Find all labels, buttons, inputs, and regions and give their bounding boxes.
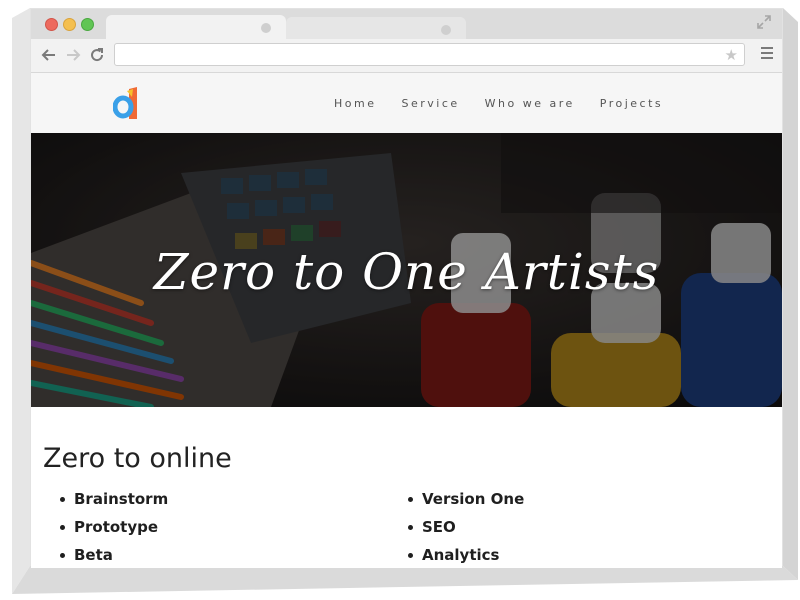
reload-icon[interactable] — [87, 45, 107, 65]
browser-tab-active[interactable] — [106, 15, 286, 41]
back-arrow-icon[interactable] — [39, 45, 59, 65]
forward-arrow-icon[interactable] — [63, 45, 83, 65]
site-header: Home Service Who we are Projects — [31, 73, 782, 133]
features-list-right: Version One SEO Analytics — [407, 485, 524, 568]
list-item: Version One — [407, 485, 524, 513]
expand-icon-glyph — [757, 15, 771, 29]
tab-close-icon[interactable] — [441, 25, 451, 35]
list-item: Analytics — [407, 541, 524, 568]
back-arrow-glyph — [41, 49, 55, 61]
features-list-left: Brainstorm Prototype Beta — [59, 485, 168, 568]
section-heading: Zero to online — [43, 443, 232, 474]
browser-toolbar: ★ — [31, 39, 782, 73]
list-item: SEO — [407, 513, 524, 541]
hero-banner: Zero to One Artists — [31, 133, 782, 407]
nav-link-who-we-are[interactable]: Who we are — [485, 97, 575, 110]
close-window-button[interactable] — [45, 18, 58, 31]
content-section: Zero to online Brainstorm Prototype Beta… — [31, 407, 782, 568]
nav-link-projects[interactable]: Projects — [600, 97, 663, 110]
address-bar[interactable]: ★ — [114, 43, 745, 66]
list-item: Beta — [59, 541, 168, 568]
tab-close-icon[interactable] — [261, 23, 271, 33]
nav-link-home[interactable]: Home — [334, 97, 376, 110]
browser-window: ★ Home Service Who we are Projects Zero … — [31, 9, 782, 568]
logo-icon[interactable] — [112, 85, 141, 121]
browser-titlebar — [31, 9, 782, 43]
hamburger-menu-icon[interactable] — [761, 47, 773, 61]
star-icon[interactable]: ★ — [725, 46, 738, 64]
site-nav: Home Service Who we are Projects — [334, 73, 688, 133]
list-item: Prototype — [59, 513, 168, 541]
minimize-window-button[interactable] — [63, 18, 76, 31]
list-item: Brainstorm — [59, 485, 168, 513]
nav-link-service[interactable]: Service — [401, 97, 459, 110]
forward-arrow-glyph — [67, 49, 81, 61]
expand-icon[interactable] — [756, 14, 772, 30]
hero-title: Zero to One Artists — [153, 243, 660, 301]
reload-glyph — [91, 48, 104, 62]
maximize-window-button[interactable] — [81, 18, 94, 31]
